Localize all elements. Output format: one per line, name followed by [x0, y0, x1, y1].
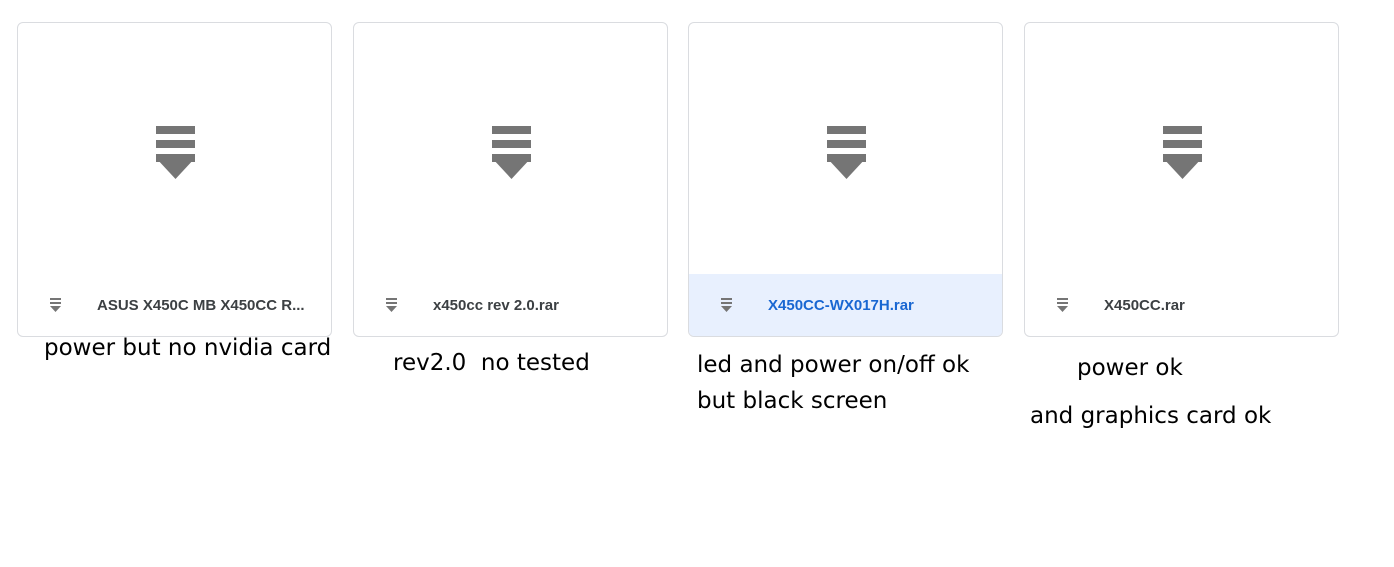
- file-card-footer: x450cc rev 2.0.rar: [354, 274, 667, 336]
- download-icon: [721, 298, 732, 312]
- download-icon: [827, 126, 866, 179]
- annotation-card-4-line-2: and graphics card ok: [1030, 403, 1272, 429]
- annotation-card-1: power but no nvidia card: [44, 335, 332, 361]
- download-icon: [156, 126, 195, 179]
- file-card[interactable]: ASUS X450C MB X450CC R...: [17, 22, 332, 337]
- download-icon: [1057, 298, 1068, 312]
- file-card[interactable]: X450CC.rar: [1024, 22, 1339, 337]
- annotation-card-4-line-1: power ok: [1077, 355, 1183, 381]
- file-name: X450CC.rar: [1104, 296, 1185, 314]
- file-card-footer: X450CC.rar: [1025, 274, 1338, 336]
- download-icon: [50, 298, 61, 312]
- file-name: ASUS X450C MB X450CC R...: [97, 296, 305, 314]
- file-card-footer: X450CC-WX017H.rar: [689, 274, 1002, 336]
- file-card-selected[interactable]: X450CC-WX017H.rar: [688, 22, 1003, 337]
- download-icon: [1163, 126, 1202, 179]
- annotation-card-3-line-2: but black screen: [697, 388, 888, 414]
- file-card-footer: ASUS X450C MB X450CC R...: [18, 274, 331, 336]
- file-name: X450CC-WX017H.rar: [768, 296, 914, 314]
- file-card[interactable]: x450cc rev 2.0.rar: [353, 22, 668, 337]
- download-icon: [492, 126, 531, 179]
- annotation-card-2: rev2.0 no tested: [393, 350, 590, 376]
- file-name: x450cc rev 2.0.rar: [433, 296, 559, 314]
- download-icon: [386, 298, 397, 312]
- annotation-card-3-line-1: led and power on/off ok: [697, 352, 970, 378]
